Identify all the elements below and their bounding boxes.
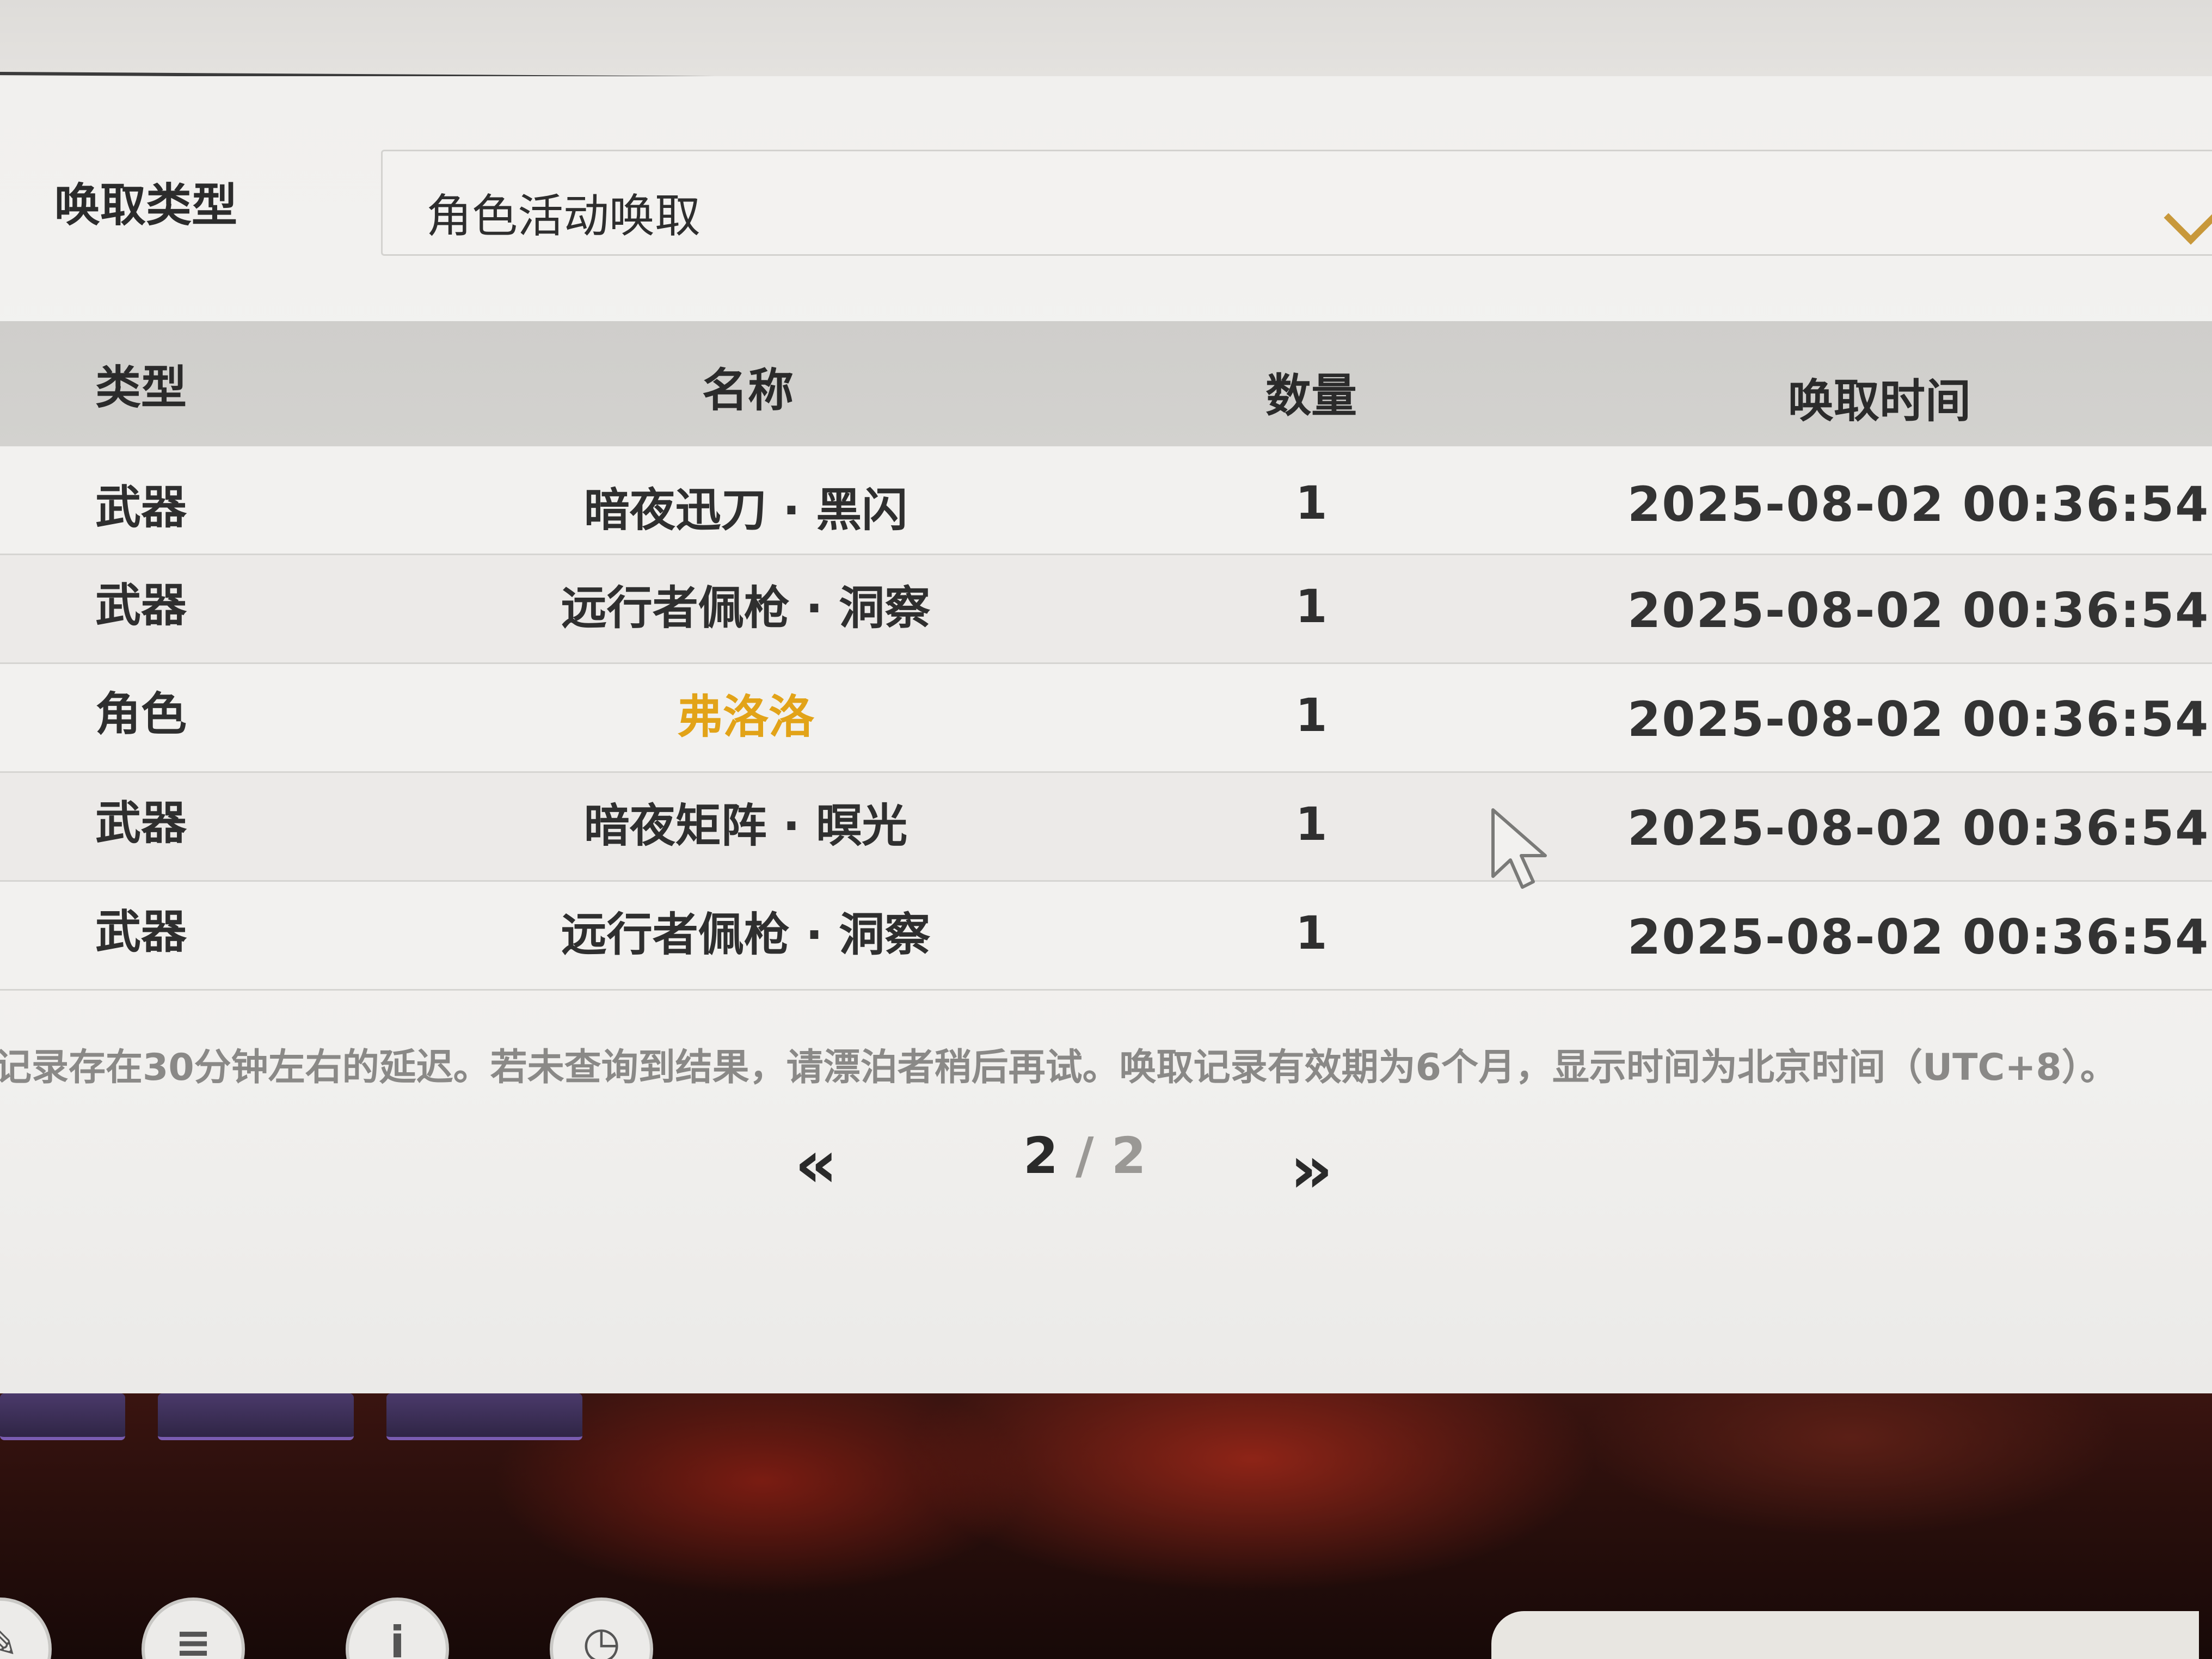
document-icon: ≡ xyxy=(175,1617,212,1659)
edit-icon: ✎ xyxy=(0,1617,19,1659)
row-type: 武器 xyxy=(95,481,187,534)
filter-label: 唤取类型 xyxy=(54,179,238,232)
table-row: 武器 远行者佩枪 · 洞察 1 2025-08-02 00:36:54 xyxy=(0,555,2212,664)
row-name: 暗夜迅刀 · 黑闪 xyxy=(583,483,908,537)
row-qty: 1 xyxy=(1295,476,1328,530)
character-slot xyxy=(386,1393,582,1440)
column-header-time: 唤取时间 xyxy=(1788,374,1971,428)
character-slot xyxy=(0,1393,125,1440)
history-icon: ◷ xyxy=(582,1617,620,1659)
mouse-pointer-icon xyxy=(1491,808,1547,889)
column-header-name: 名称 xyxy=(702,364,794,417)
row-type: 武器 xyxy=(95,579,187,632)
row-time: 2025-08-02 00:36:54 xyxy=(1627,800,2210,856)
character-slot xyxy=(158,1393,354,1440)
row-time: 2025-08-02 00:36:54 xyxy=(1627,909,2210,965)
next-page-button[interactable]: ›› xyxy=(1290,1132,1333,1208)
row-type: 角色 xyxy=(95,687,187,741)
table-row: 武器 暗夜矩阵 · 暝光 1 2025-08-02 00:36:54 xyxy=(0,773,2212,882)
prev-page-button[interactable]: ‹‹ xyxy=(795,1127,838,1202)
page-indicator: 2 / 2 xyxy=(1023,1127,1146,1185)
row-name: 远行者佩枪 · 洞察 xyxy=(561,908,931,961)
row-time: 2025-08-02 00:36:54 xyxy=(1627,476,2210,532)
row-type: 武器 xyxy=(95,905,187,958)
current-page: 2 xyxy=(1023,1127,1059,1185)
row-time: 2025-08-02 00:36:54 xyxy=(1627,691,2210,747)
table-row: 武器 暗夜迅刀 · 黑闪 1 2025-08-02 00:36:54 xyxy=(0,446,2212,555)
gacha-type-select[interactable]: 角色活动唤取 xyxy=(381,150,2212,256)
row-time: 2025-08-02 00:36:54 xyxy=(1627,582,2210,638)
row-qty: 1 xyxy=(1295,580,1328,633)
bottom-action-tray[interactable] xyxy=(1491,1611,2199,1659)
row-name: 远行者佩枪 · 洞察 xyxy=(561,581,931,635)
top-strip xyxy=(0,0,2212,76)
info-icon: i xyxy=(390,1617,405,1659)
row-qty: 1 xyxy=(1295,906,1328,960)
row-name: 暗夜矩阵 · 暝光 xyxy=(583,799,908,852)
screen: 唤取类型 角色活动唤取 类型 名称 数量 唤取时间 武器 暗夜迅刀 · 黑闪 1… xyxy=(0,0,2212,1659)
row-type: 武器 xyxy=(95,796,187,850)
table-row: 武器 远行者佩枪 · 洞察 1 2025-08-02 00:36:54 xyxy=(0,882,2212,991)
column-header-qty: 数量 xyxy=(1265,369,1357,422)
page-separator: / xyxy=(1058,1127,1111,1185)
gacha-type-select-value: 角色活动唤取 xyxy=(426,189,701,243)
row-qty: 1 xyxy=(1295,689,1328,742)
row-qty: 1 xyxy=(1295,797,1328,851)
row-name-character: 弗洛洛 xyxy=(677,690,814,744)
delay-notice: 记录存在30分钟左右的延迟。若未查询到结果，请漂泊者稍后再试。唤取记录有效期为6… xyxy=(0,1046,2117,1089)
total-pages: 2 xyxy=(1111,1127,1146,1185)
table-row: 角色 弗洛洛 1 2025-08-02 00:36:54 xyxy=(0,664,2212,773)
column-header-type: 类型 xyxy=(95,361,187,414)
